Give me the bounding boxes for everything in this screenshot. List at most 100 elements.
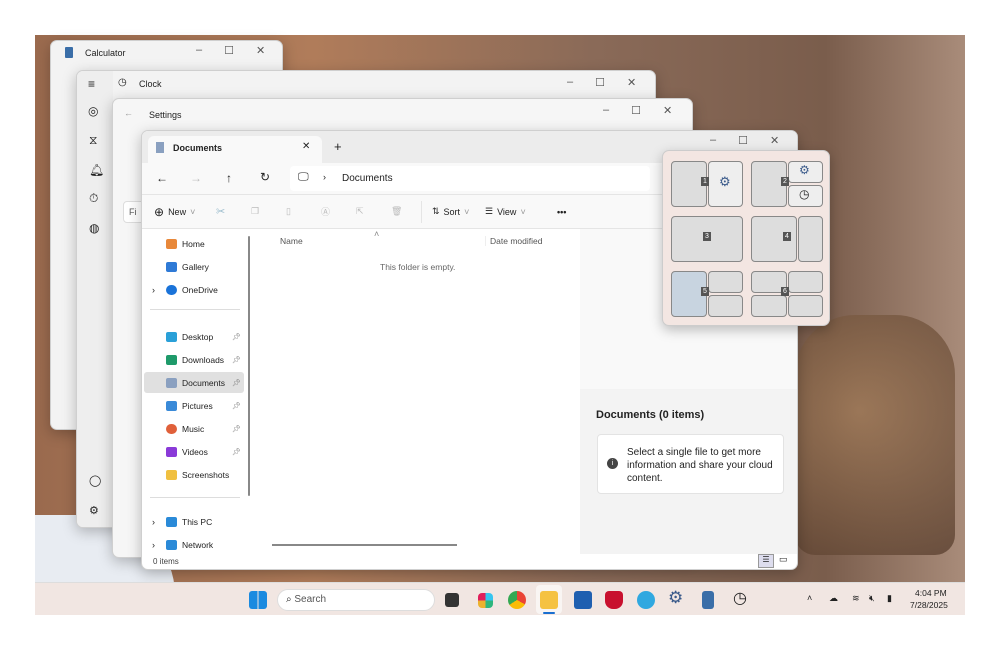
minimize-button[interactable]: – [196,44,202,57]
snap-layout-2[interactable]: 2 ⚙ ◷ [751,161,823,207]
breadcrumb-documents[interactable]: Documents [342,173,393,184]
clock-icon[interactable]: ◷ [733,588,751,607]
sort-button[interactable]: ⇅ Sort ˅ [421,200,485,223]
back-icon[interactable]: ← [124,108,133,118]
calculator-title: Calculator [85,48,126,58]
focus-icon[interactable]: ◎ [88,104,98,118]
calculator-icon [65,47,73,58]
snap-layout-1[interactable]: 1 ⚙ [671,161,743,207]
up-icon[interactable]: ↑ [226,171,232,185]
menu-icon[interactable]: ≡ [88,77,95,91]
chrome-icon[interactable] [508,591,526,609]
tiles-view-button[interactable]: ▭ [779,554,788,565]
snap-layout-5[interactable]: 5 [671,271,743,317]
alarm-icon[interactable]: 🔔︎ [89,163,104,177]
nav-music[interactable]: Music [166,424,204,434]
world-clock-icon[interactable]: ◍ [89,221,99,235]
nav-label: Videos [182,447,208,457]
clock-date[interactable]: 7/28/2025 [910,600,948,610]
copy-icon[interactable]: ❐ [251,206,286,217]
close-button[interactable]: ✕ [770,134,779,147]
battery-icon[interactable]: ▮ [887,593,892,604]
nav-desktop[interactable]: Desktop [166,332,213,342]
expand-thispc-icon[interactable]: › [152,517,155,527]
close-button[interactable]: ✕ [627,76,636,89]
wifi-icon[interactable]: ≋ [852,593,860,604]
close-tab-icon[interactable]: ✕ [302,141,310,152]
expand-network-icon[interactable]: › [152,540,155,550]
nav-scrollbar[interactable] [248,236,250,496]
maximize-button[interactable]: ☐ [595,76,605,89]
app-icon[interactable] [637,591,655,609]
stopwatch-icon[interactable]: ⏱︎ [89,191,98,206]
videos-icon [166,447,177,457]
column-date-modified[interactable]: Date modified [485,236,542,246]
nav-label: Screenshots [182,470,230,480]
forward-icon[interactable]: → [190,171,202,185]
horizontal-scrollbar[interactable] [272,544,457,546]
settings-icon: ⚙ [719,174,731,189]
snap-number: 2 [781,177,789,186]
close-button[interactable]: ✕ [663,104,672,117]
new-tab-icon[interactable]: + [334,139,342,154]
nav-gallery[interactable]: Gallery [166,262,209,272]
delete-icon[interactable]: 🗑︎ [391,206,421,217]
maximize-button[interactable]: ☐ [224,44,234,57]
details-view-button[interactable]: ☰ [758,554,774,568]
task-view-icon[interactable] [445,593,459,607]
show-hidden-icons[interactable]: ˄ [807,593,812,603]
file-list: Name ˄ Date modified This folder is empt… [257,229,579,551]
new-button[interactable]: ⊕ New ˅ [154,205,216,219]
start-icon[interactable] [249,591,267,609]
pin-icon: 📌︎ [232,449,241,456]
maximize-button[interactable]: ☐ [738,134,748,147]
tab-documents[interactable]: Documents ✕ [148,136,322,163]
nav-this-pc[interactable]: This PC [166,517,212,527]
settings-icon[interactable]: ⚙ [668,588,686,607]
timer-icon[interactable]: ⧖ [89,133,97,148]
store-icon[interactable] [574,591,592,609]
slack-icon[interactable] [478,593,493,608]
snap-layout-3[interactable]: 3 [671,216,743,262]
expand-onedrive-icon[interactable]: › [152,285,155,295]
file-explorer-icon[interactable] [540,591,558,609]
mcafee-icon[interactable] [605,591,623,609]
minimize-button[interactable]: – [567,76,573,89]
rename-icon[interactable]: Ⓐ [321,205,356,218]
more-options-button[interactable]: ••• [557,207,566,217]
nav-label: This PC [182,517,213,527]
settings-icon[interactable]: ⚙ [89,504,99,517]
volume-muted-icon[interactable]: 🔇︎ [869,593,875,604]
column-name[interactable]: Name [280,236,303,246]
downloads-icon [166,355,177,365]
nav-videos[interactable]: Videos [166,447,208,457]
refresh-icon[interactable]: ↻ [260,170,270,184]
minimize-button[interactable]: – [603,104,609,117]
nav-pictures[interactable]: Pictures [166,401,213,411]
snap-layout-6[interactable]: 6 [751,271,823,317]
back-icon[interactable]: ← [156,171,168,185]
nav-home[interactable]: Home [166,239,205,249]
snap-layout-4[interactable]: 4 [751,216,823,262]
maximize-button[interactable]: ☐ [631,104,641,117]
documents-icon [156,142,164,153]
nav-documents[interactable]: Documents [166,378,225,388]
taskbar-search[interactable]: ⌕ Search [277,589,435,611]
nav-network[interactable]: Network [166,540,213,550]
account-icon[interactable]: ◯ [89,474,101,487]
nav-label: OneDrive [182,285,218,295]
nav-label: Network [182,540,214,550]
paste-icon[interactable]: ▯ [286,206,321,217]
nav-screenshots[interactable]: Screenshots [166,470,229,480]
onedrive-icon[interactable]: ☁ [829,593,838,604]
clock-time[interactable]: 4:04 PM [915,588,947,598]
nav-onedrive[interactable]: OneDrive [166,285,218,295]
address-bar[interactable]: 🖵︎ › Documents [290,166,650,191]
nav-downloads[interactable]: Downloads [166,355,224,365]
minimize-button[interactable]: – [710,134,716,147]
close-button[interactable]: ✕ [256,44,265,57]
share-icon[interactable]: ⇱ [356,206,391,217]
calculator-icon[interactable] [702,591,714,609]
view-button[interactable]: ☰ View ˅ [485,206,557,217]
cut-icon[interactable]: ✂ [216,205,251,218]
